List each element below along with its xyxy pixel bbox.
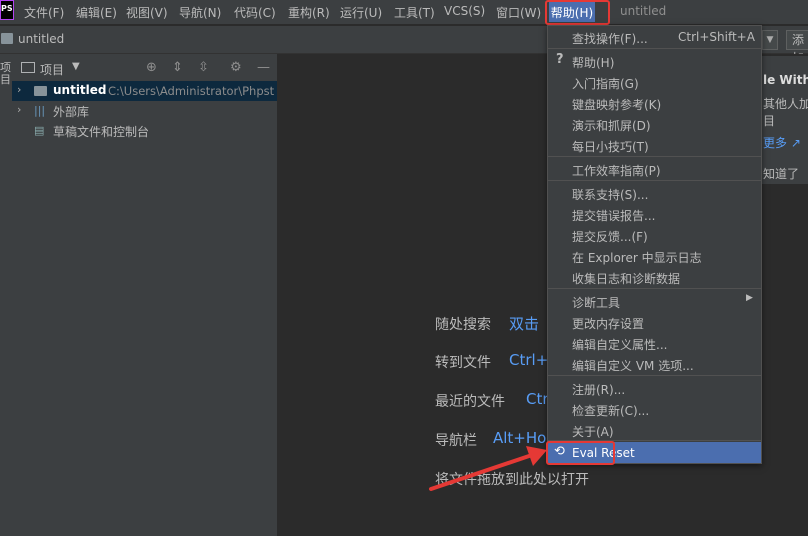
tree-label: untitled: [53, 83, 107, 97]
menu-getting-started[interactable]: 入门指南(G): [572, 75, 639, 92]
menu-demos-screencasts[interactable]: 演示和抓屏(D): [572, 117, 651, 134]
menu-register[interactable]: 注册(R)...: [572, 381, 625, 398]
tree-path: C:\Users\Administrator\Phpst: [108, 84, 275, 98]
menu-submit-feedback[interactable]: 提交反馈...(F): [572, 228, 648, 245]
menu-separator: [548, 180, 761, 181]
menu-about[interactable]: 关于(A): [572, 423, 614, 440]
hint-goto-file-label: 转到文件: [435, 355, 491, 371]
popup-title: le With: [763, 73, 808, 87]
menu-file[interactable]: 文件(F): [24, 4, 64, 21]
tree-row-external-libraries[interactable]: › ||| 外部库: [12, 101, 277, 121]
menu-show-log-in-explorer[interactable]: 在 Explorer 中显示日志: [572, 249, 702, 266]
hint-recent-files-key: Ctr: [526, 390, 549, 408]
folder-icon: [1, 33, 13, 44]
app-logo-icon: PS: [0, 0, 14, 20]
gear-icon[interactable]: ⚙: [230, 60, 242, 75]
menu-find-action[interactable]: 查找操作(F)...: [572, 30, 648, 47]
menu-window[interactable]: 窗口(W): [496, 4, 541, 21]
menu-separator: [548, 288, 761, 289]
menu-view[interactable]: 视图(V): [126, 4, 168, 21]
menu-help-item[interactable]: 帮助(H): [572, 54, 614, 71]
collapse-all-icon[interactable]: ⇳: [198, 60, 209, 75]
library-icon: |||: [34, 104, 46, 117]
menu-refactor[interactable]: 重构(R): [288, 4, 330, 21]
tree-label: 草稿文件和控制台: [53, 125, 150, 139]
project-view-icon: [21, 62, 35, 73]
menu-edit-custom-vm-options[interactable]: 编辑自定义 VM 选项...: [572, 357, 694, 374]
menu-vcs[interactable]: VCS(S): [444, 4, 485, 18]
menu-tools[interactable]: 工具(T): [394, 4, 435, 21]
hint-search-everywhere-key: 双击: [509, 315, 540, 333]
menu-submit-bug-report[interactable]: 提交错误报告...: [572, 207, 655, 224]
project-tool-tab[interactable]: 项目: [0, 62, 12, 86]
menu-collect-logs[interactable]: 收集日志和诊断数据: [572, 270, 680, 287]
add-configuration-button[interactable]: 添加: [786, 30, 808, 65]
hint-goto-file-key: Ctrl+: [509, 351, 549, 369]
chevron-right-icon[interactable]: ›: [17, 83, 21, 96]
menu-check-updates[interactable]: 检查更新(C)...: [572, 402, 649, 419]
menu-separator: [548, 48, 761, 49]
tree-row-scratches[interactable]: ▤ 草稿文件和控制台: [12, 121, 277, 141]
caret-down-icon[interactable]: ▼: [72, 61, 80, 72]
menu-productivity-guide[interactable]: 工作效率指南(P): [572, 162, 661, 179]
eval-reset-highlight-box: [546, 441, 615, 465]
scratch-icon: ▤: [34, 124, 45, 137]
menu-separator: [548, 375, 761, 376]
menu-edit-custom-properties[interactable]: 编辑自定义属性...: [572, 336, 667, 353]
menu-tip-of-the-day[interactable]: 每日小技巧(T): [572, 138, 649, 155]
chevron-right-icon[interactable]: ›: [17, 103, 21, 116]
menu-change-memory-settings[interactable]: 更改内存设置: [572, 315, 644, 332]
popup-line-1: 其他人加: [763, 97, 808, 111]
minimize-icon[interactable]: —: [257, 60, 270, 75]
tree-label: 外部库: [53, 105, 90, 119]
logo-text: PS: [1, 4, 13, 13]
hint-recent-files-label: 最近的文件: [435, 394, 505, 410]
expand-all-icon[interactable]: ⇕: [172, 60, 183, 75]
project-panel-title[interactable]: 项目: [40, 61, 64, 78]
menu-run[interactable]: 运行(U): [340, 4, 382, 21]
help-highlight-box: [545, 0, 610, 25]
popup-dismiss[interactable]: 知道了: [763, 165, 799, 182]
help-icon: ?: [556, 52, 564, 67]
menu-edit[interactable]: 编辑(E): [76, 4, 117, 21]
tree-row-untitled[interactable]: › untitled C:\Users\Administrator\Phpst: [12, 81, 277, 101]
menu-code[interactable]: 代码(C): [234, 4, 276, 21]
popup-link[interactable]: 更多 ↗: [763, 134, 801, 151]
locate-icon[interactable]: ⊕: [146, 60, 157, 75]
menu-diagnostic-tools[interactable]: 诊断工具: [572, 294, 620, 311]
folder-icon: [34, 86, 47, 96]
popup-line-2: 目: [763, 114, 776, 128]
window-title: untitled: [620, 4, 667, 18]
hint-search-everywhere-label: 随处搜索: [435, 317, 491, 333]
find-action-shortcut: Ctrl+Shift+A: [678, 30, 755, 44]
chevron-down-icon[interactable]: ▼: [762, 30, 778, 50]
breadcrumb-project[interactable]: untitled: [18, 32, 64, 46]
menu-contact-support[interactable]: 联系支持(S)...: [572, 186, 648, 203]
menu-navigate[interactable]: 导航(N): [179, 4, 221, 21]
annotation-arrow-icon: [429, 446, 547, 491]
submenu-arrow-icon: ▶: [746, 293, 753, 303]
menu-separator: [548, 156, 761, 157]
menu-keymap-reference[interactable]: 键盘映射参考(K): [572, 96, 661, 113]
